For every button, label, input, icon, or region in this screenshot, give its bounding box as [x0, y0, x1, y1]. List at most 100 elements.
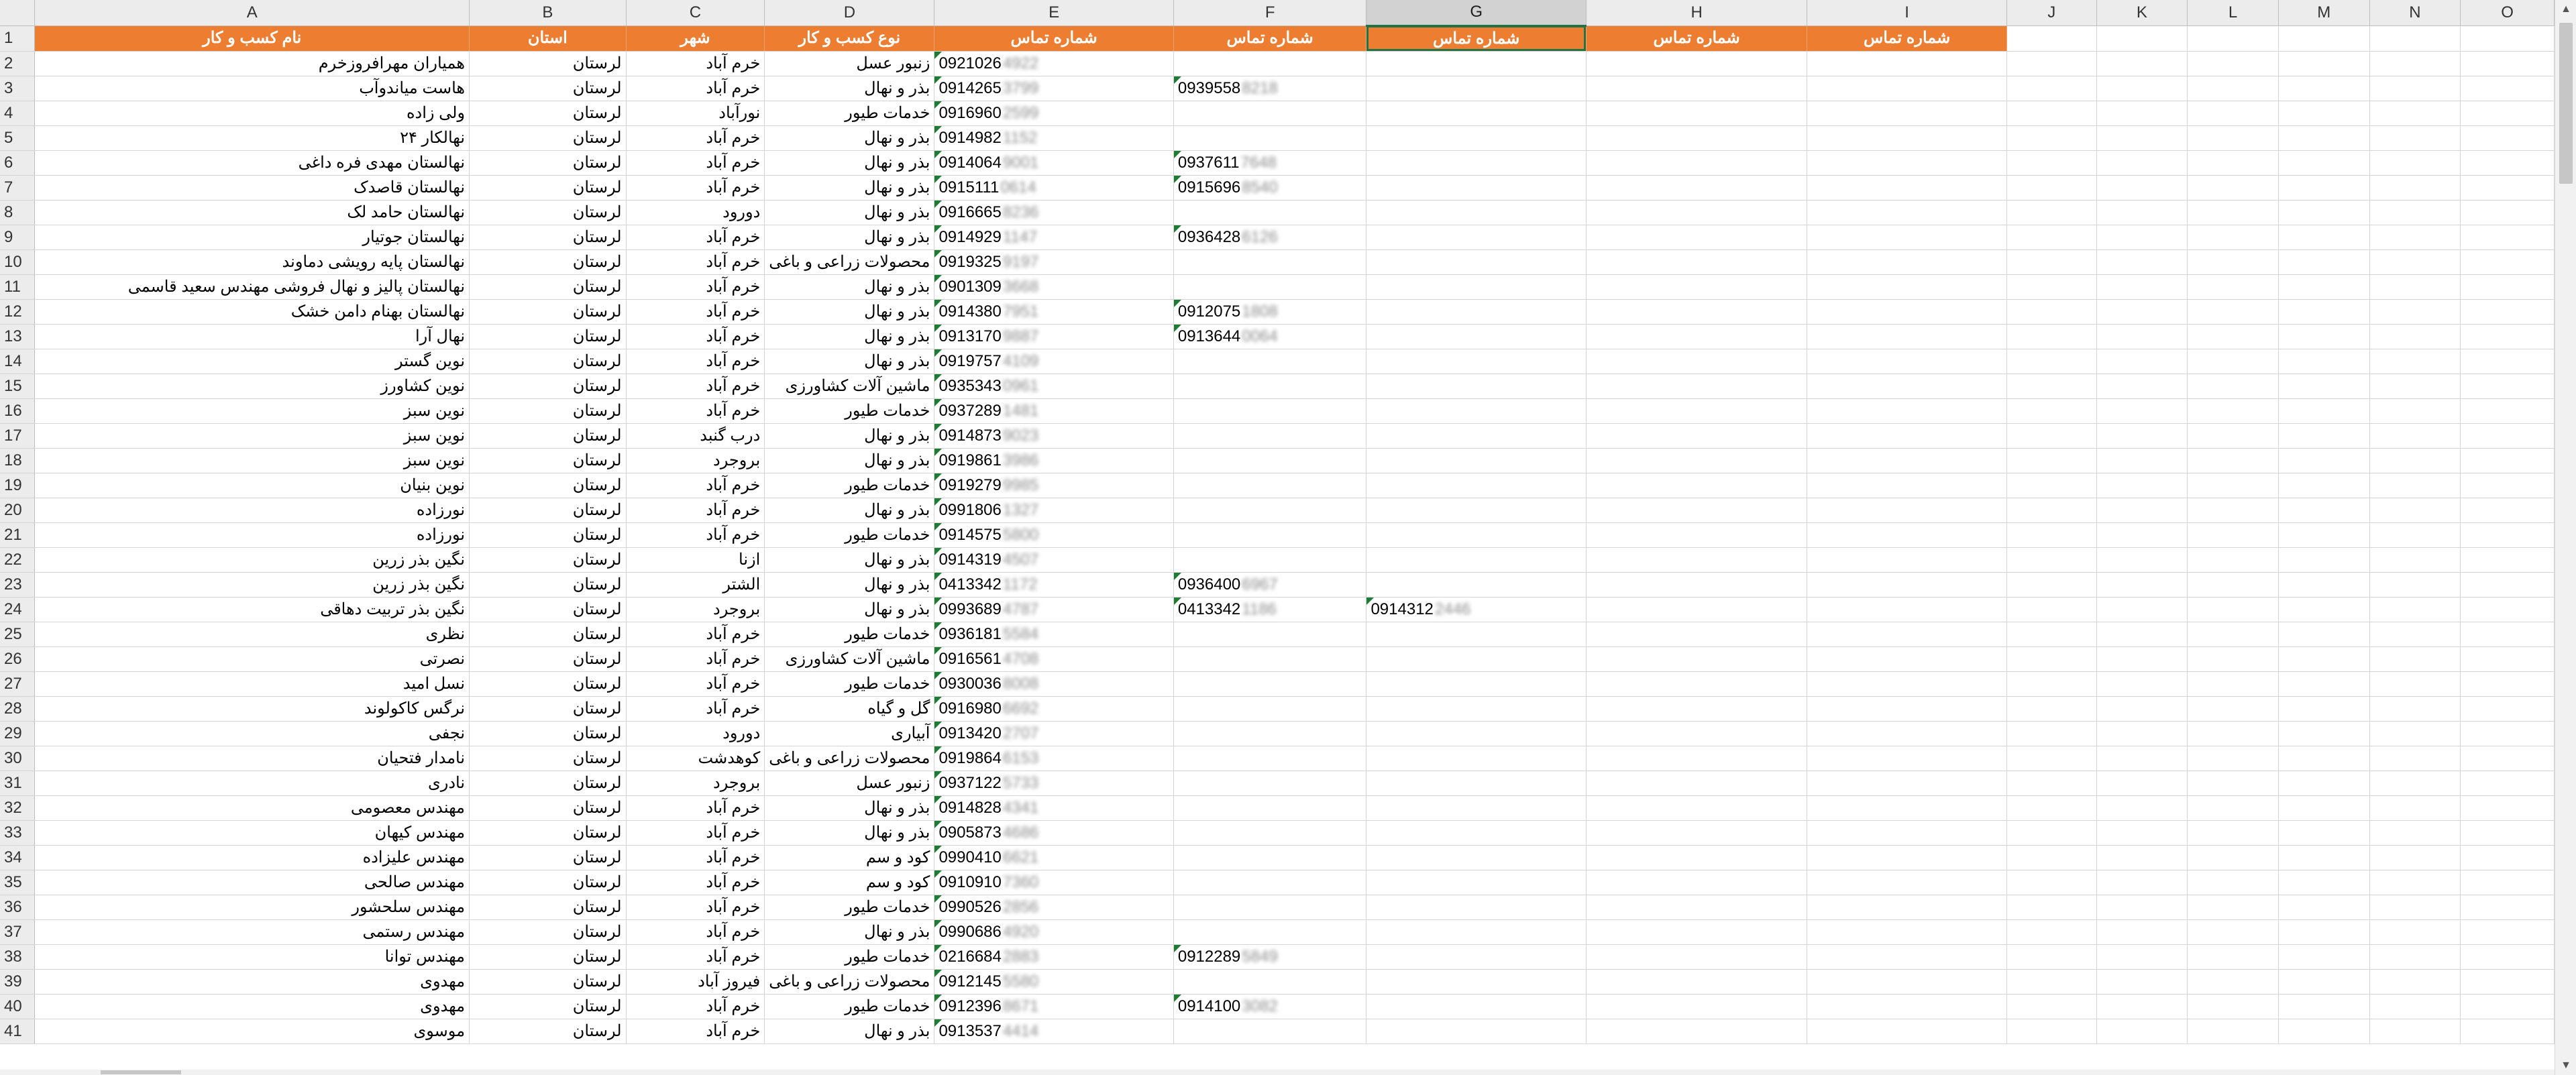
empty-cell[interactable] [1586, 696, 1808, 722]
empty-cell[interactable] [1807, 622, 2007, 647]
empty-cell[interactable] [1807, 547, 2007, 573]
row-number[interactable]: 35 [0, 870, 36, 895]
empty-cell[interactable] [1807, 150, 2007, 176]
phone-cell[interactable]: 09143807951 [934, 299, 1174, 325]
empty-cell[interactable] [1586, 51, 1808, 76]
column-header-l[interactable]: L [2187, 0, 2279, 26]
empty-cell[interactable] [2278, 547, 2370, 573]
empty-cell[interactable] [1586, 274, 1808, 300]
empty-cell[interactable] [2006, 994, 2097, 1019]
phone-cell[interactable] [1366, 324, 1587, 349]
empty-cell[interactable] [2278, 721, 2370, 746]
phone-cell[interactable] [1366, 622, 1587, 647]
empty-cell[interactable] [2006, 125, 2097, 151]
empty-cell[interactable] [1807, 646, 2007, 672]
business-type-cell[interactable]: خدمات طیور [764, 101, 935, 126]
city-cell[interactable]: بروجرد [626, 448, 765, 473]
empty-cell[interactable] [2369, 76, 2461, 101]
empty-cell[interactable] [2006, 572, 2097, 598]
empty-cell[interactable] [2278, 125, 2370, 151]
row-number[interactable]: 28 [0, 696, 36, 722]
empty-cell[interactable] [2278, 200, 2370, 225]
empty-cell[interactable] [2006, 969, 2097, 995]
business-type-cell[interactable]: خدمات طیور [764, 398, 935, 424]
phone-cell[interactable]: 09210264922 [934, 51, 1174, 76]
phone-cell[interactable]: 09120751808 [1173, 299, 1367, 325]
empty-cell[interactable] [2187, 225, 2279, 250]
city-cell[interactable]: خرم آباد [626, 622, 765, 647]
empty-cell[interactable] [2278, 795, 2370, 821]
phone-cell[interactable] [1366, 671, 1587, 697]
column-header-h[interactable]: H [1586, 0, 1808, 26]
empty-cell[interactable] [2369, 522, 2461, 548]
empty-cell[interactable] [2278, 919, 2370, 945]
empty-cell[interactable] [2006, 324, 2097, 349]
empty-cell[interactable] [2278, 225, 2370, 250]
phone-cell[interactable] [1173, 349, 1367, 374]
province-cell[interactable]: لرستان [469, 473, 627, 498]
empty-cell[interactable] [2278, 969, 2370, 995]
province-cell[interactable]: لرستان [469, 895, 627, 920]
empty-cell[interactable] [2006, 721, 2097, 746]
empty-cell[interactable] [2369, 349, 2461, 374]
name-cell[interactable]: نهالستان قاصدک [34, 175, 470, 201]
empty-cell[interactable] [1807, 473, 2007, 498]
name-cell[interactable]: نوین گستر [34, 349, 470, 374]
phone-cell[interactable]: 09151110614 [934, 175, 1174, 201]
empty-cell[interactable] [2006, 919, 2097, 945]
phone-cell[interactable]: 09166658236 [934, 200, 1174, 225]
phone-cell[interactable] [1366, 274, 1587, 300]
empty-cell[interactable] [2460, 746, 2555, 771]
business-type-cell[interactable]: خدمات طیور [764, 622, 935, 647]
phone-cell[interactable]: 09371225733 [934, 771, 1174, 796]
city-cell[interactable]: خرم آباد [626, 895, 765, 920]
empty-cell[interactable] [2460, 696, 2555, 722]
phone-cell[interactable] [1366, 349, 1587, 374]
empty-cell[interactable] [1586, 125, 1808, 151]
province-cell[interactable]: لرستان [469, 944, 627, 970]
empty-cell[interactable] [2096, 696, 2188, 722]
phone-cell[interactable] [1173, 845, 1367, 870]
empty-cell[interactable] [2460, 994, 2555, 1019]
province-cell[interactable]: لرستان [469, 795, 627, 821]
empty-cell[interactable] [2460, 845, 2555, 870]
business-type-cell[interactable]: بذر و نهال [764, 1019, 935, 1044]
empty-cell[interactable] [1586, 870, 1808, 895]
empty-cell[interactable] [2460, 125, 2555, 151]
province-cell[interactable]: لرستان [469, 498, 627, 523]
row-number[interactable]: 38 [0, 944, 36, 970]
province-cell[interactable]: لرستان [469, 398, 627, 424]
phone-cell[interactable]: 09013093668 [934, 274, 1174, 300]
empty-cell[interactable] [2096, 423, 2188, 449]
header-cell-c[interactable]: شهر [626, 25, 765, 52]
empty-cell[interactable] [2006, 448, 2097, 473]
empty-cell[interactable] [2278, 448, 2370, 473]
empty-cell[interactable] [1807, 448, 2007, 473]
business-type-cell[interactable]: بذر و نهال [764, 150, 935, 176]
business-type-cell[interactable]: زنبور عسل [764, 51, 935, 76]
empty-cell[interactable] [2460, 299, 2555, 325]
name-cell[interactable]: نهالستان پالیز و نهال فروشی مهندس سعید ق… [34, 274, 470, 300]
empty-cell[interactable] [2096, 398, 2188, 424]
phone-cell[interactable] [1173, 820, 1367, 846]
empty-cell[interactable] [2460, 448, 2555, 473]
phone-cell[interactable]: 09123968671 [934, 994, 1174, 1019]
empty-cell[interactable] [2460, 374, 2555, 399]
empty-cell[interactable] [2460, 795, 2555, 821]
name-cell[interactable]: نگین بذر زرین [34, 572, 470, 598]
empty-cell[interactable] [2006, 696, 2097, 722]
phone-cell[interactable]: 09905262856 [934, 895, 1174, 920]
city-cell[interactable]: خرم آباد [626, 870, 765, 895]
empty-cell[interactable] [1807, 349, 2007, 374]
empty-cell[interactable] [2460, 572, 2555, 598]
name-cell[interactable]: نهالستان مهدی فره داغی [34, 150, 470, 176]
empty-cell[interactable] [2096, 969, 2188, 995]
business-type-cell[interactable]: کود و سم [764, 845, 935, 870]
empty-cell[interactable] [1586, 969, 1808, 995]
empty-cell[interactable] [2096, 646, 2188, 672]
empty-cell[interactable] [2460, 349, 2555, 374]
name-cell[interactable]: مهندس کیهان [34, 820, 470, 846]
city-cell[interactable]: خرم آباد [626, 919, 765, 945]
empty-cell[interactable] [2187, 150, 2279, 176]
phone-cell[interactable] [1366, 225, 1587, 250]
